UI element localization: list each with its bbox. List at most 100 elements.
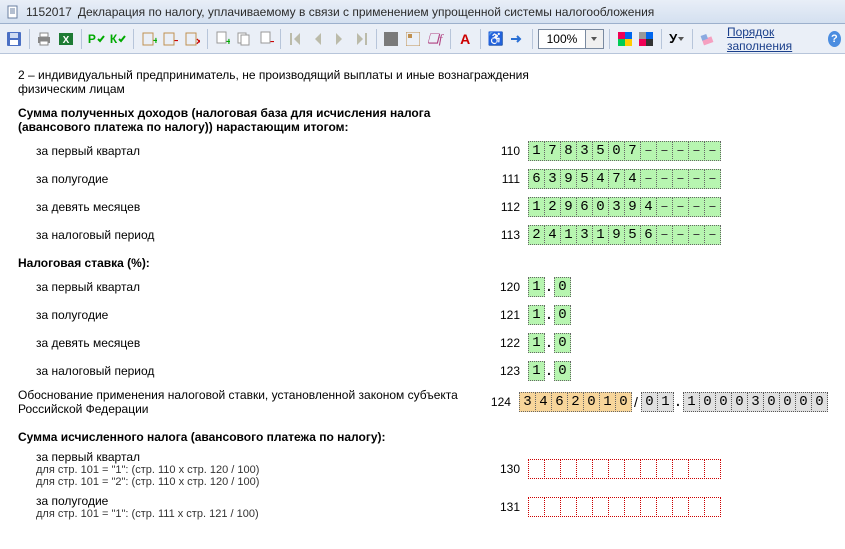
digit-cell[interactable]: 0 xyxy=(731,392,748,412)
digit-cell[interactable] xyxy=(576,459,593,479)
layout-button[interactable] xyxy=(403,27,423,51)
value-cells[interactable]: 12960394–––– xyxy=(528,197,720,217)
digit-cell[interactable]: – xyxy=(688,225,705,245)
digit-cell[interactable]: – xyxy=(704,225,721,245)
digit-cell[interactable]: 9 xyxy=(560,169,577,189)
digit-cell[interactable]: – xyxy=(656,225,673,245)
digit-cell[interactable]: 3 xyxy=(747,392,764,412)
digit-cell[interactable] xyxy=(608,459,625,479)
prev-page-button[interactable] xyxy=(308,27,328,51)
delete-section-button[interactable]: − xyxy=(160,27,180,51)
function-button[interactable]: ❏f xyxy=(425,27,445,51)
digit-cell[interactable] xyxy=(672,459,689,479)
digit-cell[interactable]: – xyxy=(640,169,657,189)
value-cells[interactable] xyxy=(528,497,720,517)
digit-cell[interactable]: 3 xyxy=(608,197,625,217)
digit-cell[interactable]: 9 xyxy=(608,225,625,245)
digit-cell[interactable]: 0 xyxy=(763,392,780,412)
digit-cell[interactable]: – xyxy=(688,197,705,217)
digit-cell[interactable]: – xyxy=(672,169,689,189)
calc-p-button[interactable]: Р xyxy=(87,27,107,51)
digit-cell[interactable]: 9 xyxy=(560,197,577,217)
color-box-button[interactable] xyxy=(382,27,402,51)
digit-cell[interactable]: – xyxy=(656,169,673,189)
digit-cell[interactable] xyxy=(672,497,689,517)
digit-cell[interactable]: – xyxy=(704,141,721,161)
digit-cell[interactable]: – xyxy=(656,197,673,217)
digit-cell[interactable]: 0 xyxy=(554,333,571,353)
help-icon[interactable]: ? xyxy=(828,31,841,47)
digit-cell[interactable] xyxy=(688,497,705,517)
digit-cell[interactable]: – xyxy=(640,141,657,161)
digit-cell[interactable]: 0 xyxy=(608,141,625,161)
digit-cell[interactable]: 1 xyxy=(528,141,545,161)
rate-cells[interactable]: 1.0 xyxy=(528,361,570,381)
digit-cell[interactable]: 7 xyxy=(608,169,625,189)
digit-cell[interactable]: 1 xyxy=(599,392,616,412)
fill-order-link[interactable]: Порядок заполнения xyxy=(727,25,820,53)
add-section-button[interactable]: + xyxy=(139,27,159,51)
digit-cell[interactable]: – xyxy=(704,169,721,189)
digit-cell[interactable]: – xyxy=(672,197,689,217)
digit-cell[interactable]: 2 xyxy=(528,225,545,245)
find-button[interactable]: ♿ xyxy=(486,27,506,51)
digit-cell[interactable] xyxy=(656,497,673,517)
digit-cell[interactable] xyxy=(560,459,577,479)
rate-cells[interactable]: 1.0 xyxy=(528,277,570,297)
digit-cell[interactable] xyxy=(640,459,657,479)
digit-cell[interactable]: 0 xyxy=(615,392,632,412)
digit-cell[interactable] xyxy=(528,497,545,517)
digit-cell[interactable]: 1 xyxy=(560,225,577,245)
digit-cell[interactable] xyxy=(640,497,657,517)
digit-cell[interactable]: – xyxy=(688,169,705,189)
zoom-input[interactable] xyxy=(538,29,586,49)
delete-page-button[interactable]: − xyxy=(256,27,276,51)
copy-page-button[interactable] xyxy=(234,27,254,51)
digit-cell[interactable]: 0 xyxy=(641,392,658,412)
digit-cell[interactable]: 1 xyxy=(528,305,545,325)
digit-cell[interactable]: 6 xyxy=(576,197,593,217)
digit-cell[interactable]: – xyxy=(704,197,721,217)
digit-cell[interactable]: – xyxy=(672,225,689,245)
digit-cell[interactable]: 9 xyxy=(624,197,641,217)
digit-cell[interactable] xyxy=(592,497,609,517)
digit-cell[interactable]: 6 xyxy=(551,392,568,412)
palette1-button[interactable] xyxy=(615,27,635,51)
delete-section-x-button[interactable]: × xyxy=(182,27,202,51)
digit-cell[interactable]: 5 xyxy=(576,169,593,189)
digit-cell[interactable]: 4 xyxy=(592,169,609,189)
digit-cell[interactable] xyxy=(592,459,609,479)
digit-cell[interactable]: 4 xyxy=(544,225,561,245)
digit-cell[interactable]: 3 xyxy=(544,169,561,189)
digit-cell[interactable]: 3 xyxy=(519,392,536,412)
digit-cell[interactable]: 0 xyxy=(554,361,571,381)
zoom-dropdown-button[interactable] xyxy=(586,29,604,49)
digit-cell[interactable]: 1 xyxy=(657,392,674,412)
rate-cells[interactable]: 1.0 xyxy=(528,333,570,353)
digit-cell[interactable]: 0 xyxy=(554,277,571,297)
digit-cell[interactable]: 4 xyxy=(624,169,641,189)
digit-cell[interactable] xyxy=(624,459,641,479)
digit-cell[interactable]: 8 xyxy=(560,141,577,161)
digit-cell[interactable]: 1 xyxy=(528,277,545,297)
excel-button[interactable]: X xyxy=(56,27,76,51)
digit-cell[interactable] xyxy=(624,497,641,517)
digit-cell[interactable]: 5 xyxy=(592,141,609,161)
digit-cell[interactable]: 0 xyxy=(811,392,828,412)
digit-cell[interactable]: 1 xyxy=(528,361,545,381)
digit-cell[interactable]: 3 xyxy=(576,141,593,161)
bold-y-button[interactable]: У xyxy=(667,27,687,51)
digit-cell[interactable]: 4 xyxy=(640,197,657,217)
digit-cell[interactable]: 7 xyxy=(624,141,641,161)
digit-cell[interactable] xyxy=(608,497,625,517)
digit-cell[interactable]: 1 xyxy=(592,225,609,245)
font-color-button[interactable]: А xyxy=(455,27,475,51)
digit-cell[interactable] xyxy=(544,459,561,479)
digit-cell[interactable] xyxy=(576,497,593,517)
digit-cell[interactable] xyxy=(704,497,721,517)
digit-cell[interactable]: 4 xyxy=(535,392,552,412)
calc-k-button[interactable]: К xyxy=(108,27,128,51)
digit-cell[interactable]: 0 xyxy=(592,197,609,217)
rate-cells[interactable]: 1.0 xyxy=(528,305,570,325)
print-button[interactable] xyxy=(34,27,54,51)
